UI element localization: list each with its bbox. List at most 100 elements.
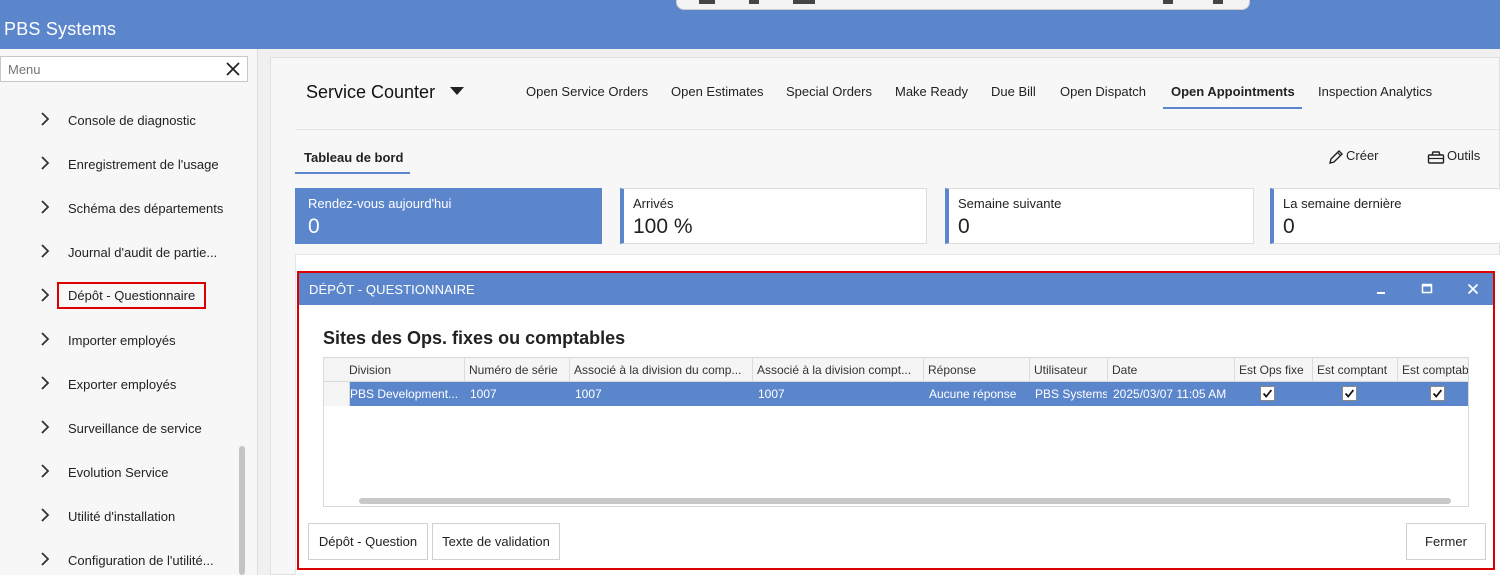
clear-icon[interactable] [223, 59, 243, 79]
menu-item-usage-registration[interactable]: Enregistrement de l'usage [0, 149, 240, 179]
maximize-icon[interactable] [1419, 281, 1435, 297]
caret-down-icon[interactable] [449, 86, 465, 96]
menu-item-label: Console de diagnostic [68, 113, 196, 128]
tab-open-appointments[interactable]: Open Appointments [1171, 84, 1295, 99]
column-header-user[interactable]: Utilisateur [1029, 358, 1107, 382]
tab-special-orders[interactable]: Special Orders [786, 84, 872, 99]
lock-icon[interactable] [1163, 0, 1173, 4]
chevron-right-icon [41, 464, 50, 478]
chevron-right-icon [41, 200, 50, 214]
signal-icon[interactable] [793, 0, 815, 4]
close-button[interactable]: Fermer [1406, 523, 1486, 560]
dialog-title: DÉPÔT - QUESTIONNAIRE [309, 282, 475, 297]
column-header-serial[interactable]: Numéro de série [464, 358, 569, 382]
tab-open-dispatch[interactable]: Open Dispatch [1060, 84, 1146, 99]
column-header-division[interactable]: Division [345, 358, 464, 382]
tab-open-estimates[interactable]: Open Estimates [671, 84, 764, 99]
menu-item-label: Utilité d'installation [68, 509, 176, 524]
minimize-icon[interactable] [1373, 281, 1389, 297]
row-selector[interactable] [324, 382, 350, 406]
menu-item-label: Importer employés [68, 333, 176, 348]
cell-response: Aucune réponse [929, 387, 1017, 401]
checkbox-accounting[interactable] [1430, 386, 1445, 401]
menu-item-diagnostic-console[interactable]: Console de diagnostic [0, 105, 240, 135]
column-header-cash[interactable]: Est comptant [1312, 358, 1397, 382]
menu-item-export-employees[interactable]: Exporter employés [0, 369, 240, 399]
column-header-accounting[interactable]: Est comptabl [1397, 358, 1468, 382]
column-header-fixed-ops[interactable]: Est Ops fixe [1234, 358, 1312, 382]
kpi-label: La semaine dernière [1283, 196, 1402, 211]
chevron-right-icon [41, 288, 50, 302]
questionnaire-dialog: DÉPÔT - QUESTIONNAIRE Sites des Ops. fix… [297, 271, 1495, 570]
kpi-value: 0 [958, 215, 970, 238]
menu-item-import-employees[interactable]: Importer employés [0, 325, 240, 355]
pencil-icon [1329, 149, 1343, 164]
dialog-header: DÉPÔT - QUESTIONNAIRE [299, 273, 1493, 305]
tab-make-ready[interactable]: Make Ready [895, 84, 968, 99]
validation-text-button[interactable]: Texte de validation [432, 523, 560, 560]
divider [295, 129, 1500, 130]
depot-question-button[interactable]: Dépôt - Question [308, 523, 428, 560]
menu-item-label: Configuration de l'utilité... [68, 553, 214, 568]
menu-item-label: Exporter employés [68, 377, 177, 392]
app-title: PBS Systems [4, 19, 117, 39]
menu-item-installation-utility[interactable]: Utilité d'installation [0, 501, 240, 531]
tools-label: Outils [1447, 148, 1481, 163]
checkbox-cash[interactable] [1342, 386, 1357, 401]
kpi-label: Rendez-vous aujourd'hui [308, 196, 452, 211]
kpi-card-arrived[interactable]: Arrivés 100 % [620, 188, 927, 244]
page-title: Service Counter [306, 82, 436, 102]
tab-dashboard[interactable]: Tableau de bord [304, 150, 403, 165]
floating-toolbar[interactable] [676, 0, 1250, 10]
grid-scrollbar[interactable] [359, 498, 1451, 504]
cell-division: PBS Development... [350, 387, 459, 401]
dialog-subtitle: Sites des Ops. fixes ou comptables [323, 328, 626, 348]
menu-item-service-monitoring[interactable]: Surveillance de service [0, 413, 240, 443]
column-header-date[interactable]: Date [1107, 358, 1234, 382]
kpi-value: 100 % [633, 215, 693, 238]
tool-icon[interactable] [1213, 0, 1223, 4]
menu-item-department-schema[interactable]: Schéma des départements [0, 193, 240, 223]
chevron-right-icon [41, 156, 50, 170]
window-icon[interactable] [749, 0, 759, 4]
chevron-right-icon [41, 420, 50, 434]
chevron-right-icon [41, 376, 50, 390]
chevron-right-icon [41, 244, 50, 258]
table-row[interactable]: PBS Development... 1007 1007 1007 Aucune… [324, 382, 1468, 406]
menu-item-evolution-service[interactable]: Evolution Service [0, 457, 240, 487]
menu-search-input[interactable] [1, 57, 216, 81]
column-header-assoc-accounting[interactable]: Associé à la division compt... [752, 358, 923, 382]
menu-item-utility-configuration[interactable]: Configuration de l'utilité... [0, 545, 240, 575]
chevron-right-icon [41, 552, 50, 566]
column-header-assoc-company[interactable]: Associé à la division du comp... [569, 358, 752, 382]
grid-header: Division Numéro de série Associé à la di… [324, 358, 1468, 382]
toolbox-icon [1427, 150, 1445, 164]
close-icon[interactable] [699, 0, 715, 4]
kpi-label: Semaine suivante [958, 196, 1062, 211]
kpi-value: 0 [1283, 215, 1295, 238]
cell-serial: 1007 [470, 387, 497, 401]
tab-open-service-orders[interactable]: Open Service Orders [526, 84, 648, 99]
menu-item-audit-journal[interactable]: Journal d'audit de partie... [0, 237, 240, 267]
tools-button[interactable]: Outils [1427, 148, 1480, 165]
menu-item-label: Enregistrement de l'usage [68, 157, 219, 172]
chevron-right-icon [41, 508, 50, 522]
menu-item-label: Dépôt - Questionnaire [57, 282, 207, 309]
menu-item-label: Journal d'audit de partie... [68, 245, 218, 260]
create-button[interactable]: Créer [1328, 148, 1379, 165]
sidebar-scrollbar[interactable] [239, 446, 245, 575]
menu-item-label: Surveillance de service [68, 421, 202, 436]
kpi-card-today[interactable]: Rendez-vous aujourd'hui 0 [295, 188, 602, 244]
active-tab-indicator [1163, 107, 1302, 109]
close-icon[interactable] [1465, 281, 1481, 297]
checkbox-fixed-ops[interactable] [1260, 386, 1275, 401]
create-label: Créer [1346, 148, 1379, 163]
kpi-card-last-week[interactable]: La semaine dernière 0 [1270, 188, 1500, 244]
cell-user: PBS Systems [1035, 387, 1107, 401]
tab-inspection-analytics[interactable]: Inspection Analytics [1318, 84, 1432, 99]
tab-due-bill[interactable]: Due Bill [991, 84, 1036, 99]
kpi-card-next-week[interactable]: Semaine suivante 0 [945, 188, 1254, 244]
chevron-right-icon [41, 112, 50, 126]
menu-item-depot-questionnaire[interactable]: Dépôt - Questionnaire [0, 281, 240, 311]
column-header-response[interactable]: Réponse [923, 358, 1029, 382]
